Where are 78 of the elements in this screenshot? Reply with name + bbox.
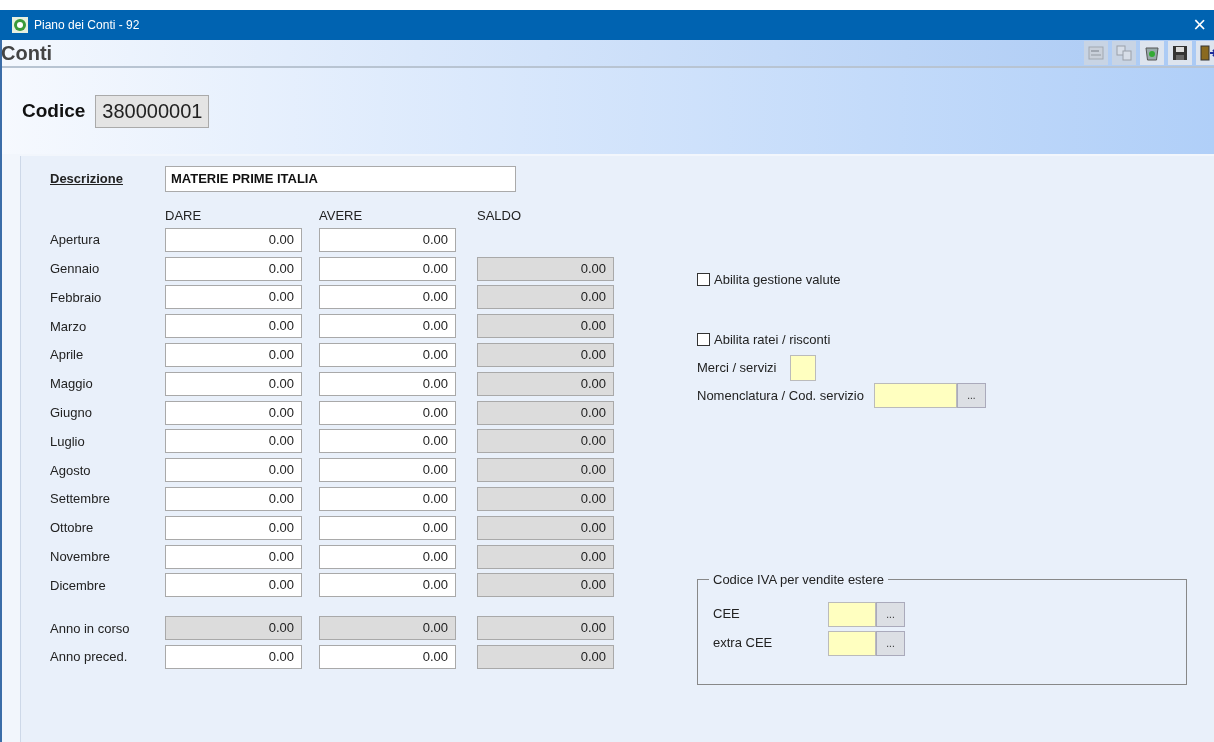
description-label: Descrizione: [50, 170, 124, 189]
row-label: Giugno: [50, 403, 93, 422]
checkbox[interactable]: [697, 332, 710, 346]
exit-door-button[interactable]: [1196, 41, 1214, 65]
row-label: Marzo: [50, 317, 88, 336]
amount-field[interactable]: 0.00: [319, 429, 456, 454]
amount-field[interactable]: 0.00: [165, 458, 302, 483]
code-label: Codice: [22, 98, 86, 123]
close-button[interactable]: ×: [1189, 14, 1210, 36]
code-field[interactable]: [790, 355, 817, 381]
row-label: Settembre: [50, 490, 111, 509]
section-title: Conti: [1, 41, 53, 66]
amount-field[interactable]: 0.00: [165, 645, 302, 670]
amount-field[interactable]: 0.00: [165, 285, 302, 310]
recycle-bin-button[interactable]: [1140, 41, 1164, 65]
amount-field[interactable]: 0.00: [319, 343, 456, 368]
recycle-bin-icon: [1143, 44, 1161, 62]
checkbox-label: Abilita gestione valute: [714, 271, 841, 289]
amount-field[interactable]: 0.00: [165, 487, 302, 512]
amount-field[interactable]: 0.00: [165, 515, 302, 540]
group-title: Codice IVA per vendite estere: [712, 571, 886, 589]
amount-field[interactable]: 0.00: [319, 227, 456, 252]
code-field[interactable]: [828, 630, 876, 656]
amount-field[interactable]: 0.00: [165, 343, 302, 368]
row-label: Gennaio: [50, 259, 101, 278]
amount-field[interactable]: 0.00: [165, 256, 302, 281]
amount-field[interactable]: 0.00: [165, 227, 302, 252]
amount-field[interactable]: 0.00: [319, 573, 456, 598]
save-button[interactable]: [1168, 41, 1192, 65]
row-label: Anno preced.: [50, 648, 129, 667]
amount-field[interactable]: 0.00: [165, 314, 302, 339]
amount-field[interactable]: 0.00: [319, 458, 456, 483]
amount-field[interactable]: 0.00: [165, 544, 302, 569]
amount-field[interactable]: 0.00: [319, 371, 456, 396]
column-header: SALDO: [477, 207, 522, 225]
amount-field[interactable]: 0.00: [319, 515, 456, 540]
field-label: Merci / servizi: [697, 359, 777, 378]
field-label: extra CEE: [713, 634, 774, 653]
column-header: DARE: [165, 207, 203, 225]
column-header: AVERE: [319, 207, 364, 225]
code-field[interactable]: [873, 383, 957, 408]
amount-field[interactable]: 0.00: [319, 544, 456, 569]
amount-field[interactable]: 0.00: [165, 400, 302, 425]
amount-field[interactable]: 0.00: [165, 371, 302, 396]
row-label: Apertura: [50, 231, 101, 250]
row-label: Dicembre: [50, 576, 107, 595]
checkbox[interactable]: [697, 273, 710, 287]
row-label: Ottobre: [50, 519, 95, 538]
amount-field[interactable]: 0.00: [319, 285, 456, 310]
code-field[interactable]: [828, 601, 876, 627]
save-icon: [1171, 44, 1189, 62]
row-label: Maggio: [50, 375, 94, 394]
row-label: Agosto: [50, 461, 92, 480]
exit-door-icon: [1199, 44, 1214, 62]
row-label: Novembre: [50, 547, 111, 566]
window-title: Piano dei Conti - 92: [34, 17, 140, 34]
browse-button[interactable]: ...: [876, 630, 905, 656]
row-label: Aprile: [50, 346, 85, 365]
checkbox-label: Abilita ratei / risconti: [714, 330, 831, 349]
amount-field[interactable]: 0.00: [319, 314, 456, 339]
amount-field[interactable]: 0.00: [319, 256, 456, 281]
amount-field[interactable]: 0.00: [165, 573, 302, 598]
amount-field[interactable]: 0.00: [319, 400, 456, 425]
amount-field[interactable]: 0.00: [165, 429, 302, 454]
field-label: CEE: [713, 605, 741, 624]
code-field[interactable]: 380000001: [95, 94, 210, 128]
description-field[interactable]: MATERIE PRIME ITALIA: [165, 166, 516, 192]
field-label: Nomenclatura / Cod. servizio: [697, 386, 864, 405]
amount-field[interactable]: 0.00: [319, 487, 456, 512]
row-label: Anno in corso: [50, 619, 131, 638]
amount-field[interactable]: 0.00: [319, 645, 456, 670]
row-label: Luglio: [50, 432, 86, 451]
copy-icon: [1115, 44, 1133, 62]
row-label: Febbraio: [50, 288, 103, 307]
app-icon: [12, 17, 28, 33]
document-icon: [1087, 44, 1105, 62]
browse-button[interactable]: ...: [956, 383, 986, 408]
browse-button[interactable]: ...: [876, 601, 905, 627]
